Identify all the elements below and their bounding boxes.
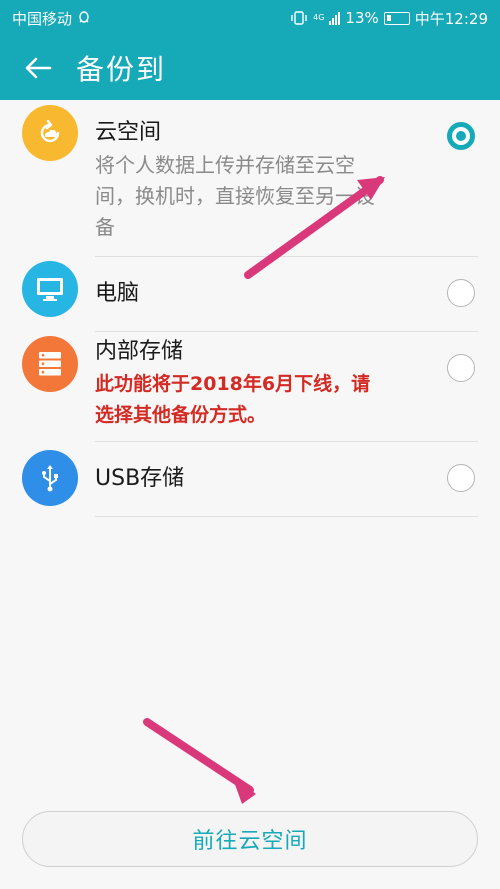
- warning-line: 此功能将于2018年6月下线，请: [95, 373, 371, 395]
- radio-internal-storage[interactable]: [447, 354, 475, 382]
- app-bar: 备份到: [0, 36, 500, 100]
- battery-icon: [383, 11, 410, 25]
- option-label: 电脑: [95, 281, 140, 306]
- status-bar: 中国移动 4G 13% 中午12:29: [0, 0, 500, 36]
- page-title: 备份到: [76, 53, 167, 86]
- description-line: 将个人数据上传并存储至云空: [95, 153, 355, 177]
- warning-line: 选择其他备份方式。: [95, 404, 267, 426]
- description-line: 间，换机时，直接恢复至另一设: [95, 184, 375, 208]
- clock: 中午12:29: [414, 9, 488, 28]
- cloud-sync-icon: [22, 105, 78, 161]
- usb-icon: [22, 450, 78, 506]
- qq-icon: [79, 11, 89, 23]
- signal-icon: [329, 11, 341, 25]
- monitor-icon: [22, 261, 78, 317]
- status-left: 中国移动: [12, 8, 90, 29]
- status-right: 4G 13% 中午12:29: [290, 8, 488, 29]
- arrow-left-icon: [25, 57, 52, 79]
- option-label: USB存储: [95, 466, 185, 491]
- description-line: 备: [95, 215, 115, 239]
- option-warning: 此功能将于2018年6月下线，请 选择其他备份方式。: [95, 369, 440, 431]
- option-computer[interactable]: 电脑: [0, 257, 500, 331]
- option-internal-text: 内部存储 此功能将于2018年6月下线，请 选择其他备份方式。: [95, 337, 440, 431]
- option-usb-storage[interactable]: USB存储: [0, 442, 500, 516]
- radio-computer[interactable]: [447, 279, 475, 307]
- radio-usb-storage[interactable]: [447, 464, 475, 492]
- radio-cloud-space[interactable]: [447, 122, 475, 150]
- carrier-name: 中国移动: [12, 9, 73, 28]
- option-cloud-space[interactable]: 云空间 将个人数据上传并存储至云空 间，换机时，直接恢复至另一设 备: [0, 100, 500, 256]
- option-computer-text: 电脑: [95, 279, 440, 309]
- option-cloud-text: 云空间 将个人数据上传并存储至云空 间，换机时，直接恢复至另一设 备: [95, 118, 440, 243]
- go-to-cloud-button[interactable]: 前往云空间: [22, 811, 478, 867]
- divider: [95, 516, 478, 517]
- option-label: 内部存储: [95, 339, 184, 364]
- back-button[interactable]: [0, 36, 76, 100]
- option-label: 云空间: [95, 120, 162, 145]
- battery-percent: 13%: [345, 9, 379, 27]
- option-description: 将个人数据上传并存储至云空 间，换机时，直接恢复至另一设 备: [95, 150, 440, 243]
- storage-icon: [22, 336, 78, 392]
- option-internal-storage[interactable]: 内部存储 此功能将于2018年6月下线，请 选择其他备份方式。: [0, 332, 500, 441]
- option-usb-text: USB存储: [95, 464, 440, 494]
- backup-options-list: 云空间 将个人数据上传并存储至云空 间，换机时，直接恢复至另一设 备 电脑 内部…: [0, 100, 500, 800]
- vibrate-icon: [291, 11, 307, 25]
- network-type: 4G: [313, 13, 325, 22]
